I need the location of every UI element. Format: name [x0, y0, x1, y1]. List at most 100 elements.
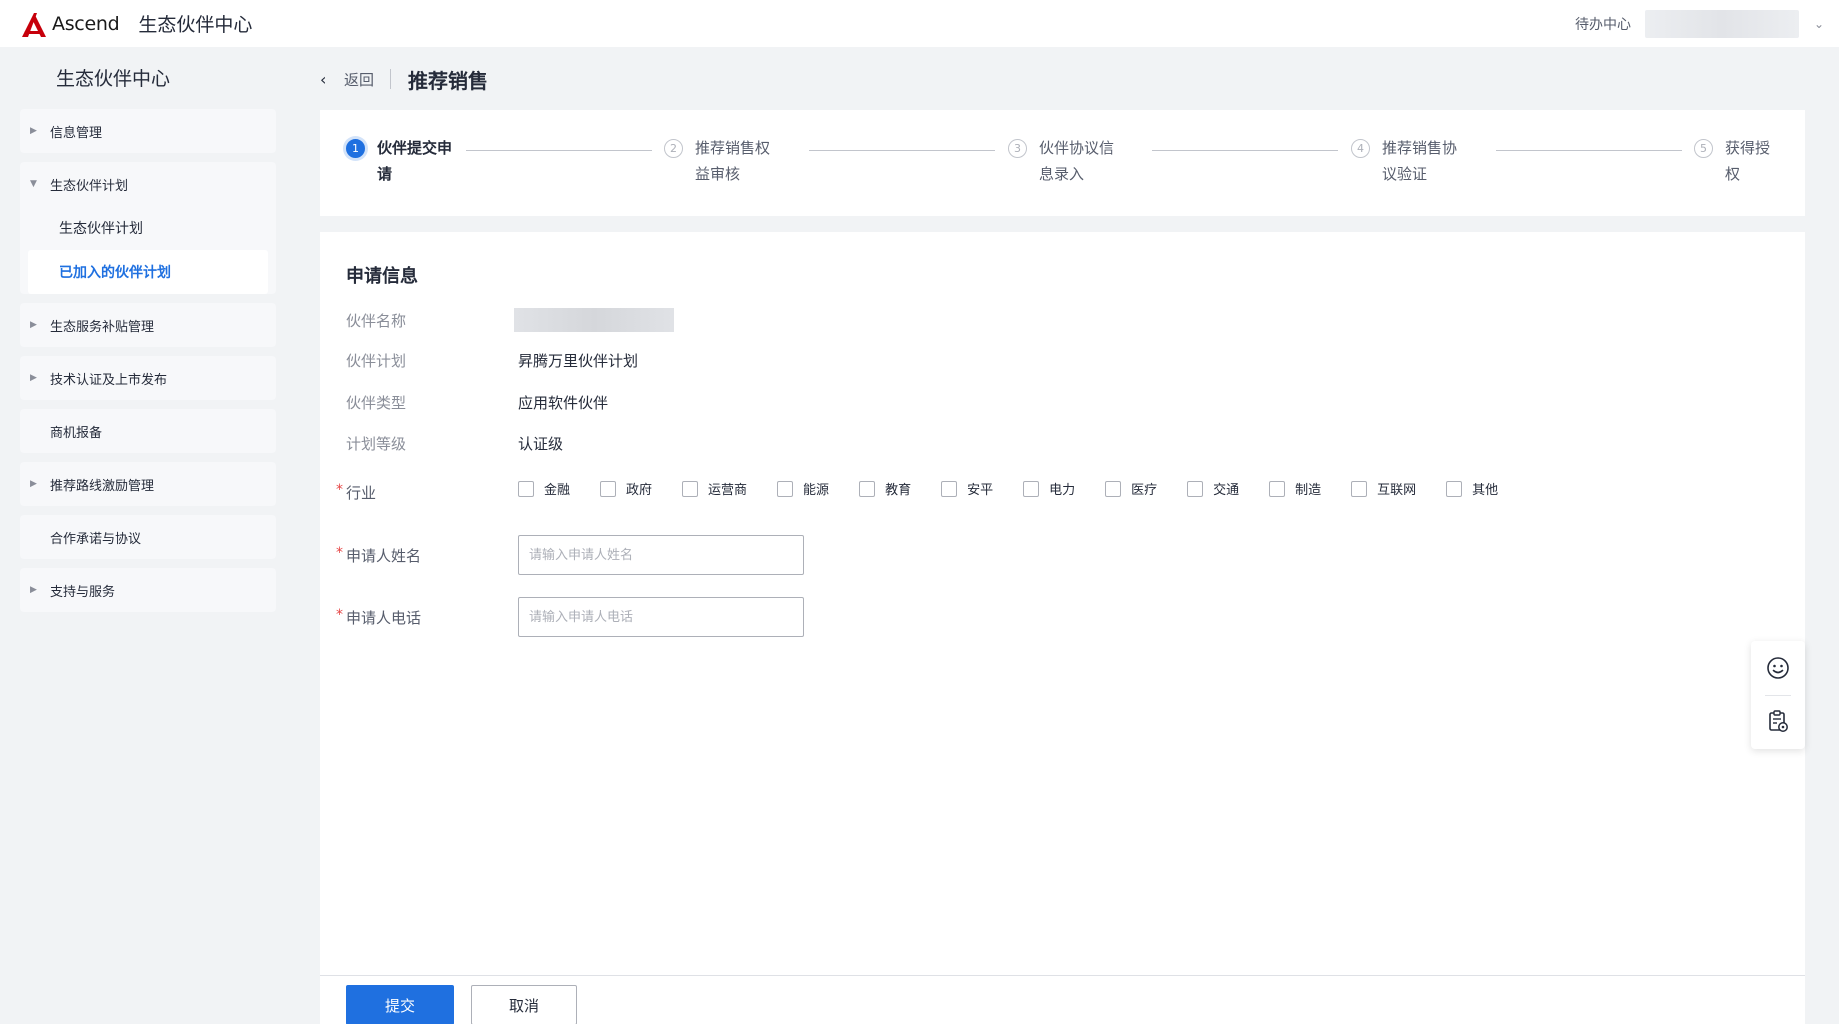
application-form: 申请信息 伙伴名称 伙伴计划 昇腾万里伙伴计划 伙伴类型 应用软件伙伴 计划等级… [320, 232, 1805, 975]
checkbox[interactable] [600, 480, 617, 497]
chevron-left-icon[interactable]: ‹ [320, 70, 336, 89]
industry-option[interactable]: 交通 [1187, 479, 1239, 498]
row-industry: * 行业 金融 政府 运营商 能源 教育 安平 电力 医疗 交通 制造 互联网 … [336, 479, 1528, 503]
industry-option[interactable]: 能源 [777, 479, 829, 498]
required-mark: * [336, 544, 343, 561]
required-mark: * [336, 482, 343, 498]
nav-group-subsidy: ▶ 生态服务补贴管理 [20, 303, 276, 347]
sidebar-title: 生态伙伴中心 [56, 68, 171, 90]
industry-option[interactable]: 政府 [600, 479, 652, 498]
industry-option[interactable]: 电力 [1023, 479, 1075, 498]
sidebar-item-incentive-management[interactable]: ▶ 推荐路线激励管理 [20, 462, 276, 506]
app-title[interactable]: 生态伙伴中心 [138, 10, 252, 37]
step-number: 3 [1008, 139, 1027, 158]
smile-icon[interactable] [1764, 654, 1792, 682]
top-bar: Ascend 生态伙伴中心 待办中心 ⌄ [0, 0, 1839, 47]
checkbox[interactable] [1269, 480, 1286, 497]
industry-option-label: 电力 [1049, 483, 1076, 498]
step-label: 获得授权 [1725, 139, 1771, 183]
nav-group-agreement: 合作承诺与协议 [20, 515, 276, 559]
step-connector [466, 150, 652, 151]
checkbox[interactable] [777, 480, 794, 497]
step-number: 4 [1351, 139, 1370, 158]
sidebar-subitem-partner-plan[interactable]: 生态伙伴计划 [20, 206, 276, 250]
checkbox[interactable] [1187, 480, 1204, 497]
progress-steps: 1 伙伴提交申请 2 推荐销售权益审核 3 伙伴协议信息录入 4 推荐销售协议验… [320, 110, 1805, 216]
industry-option[interactable]: 安平 [941, 479, 993, 498]
partner-plan-value: 昇腾万里伙伴计划 [518, 352, 639, 370]
step-connector [1496, 150, 1682, 151]
ascend-logo-icon [22, 12, 46, 37]
sidebar-item-opportunity-report[interactable]: 商机报备 [20, 409, 276, 453]
sidebar-item-certification[interactable]: ▶ 技术认证及上市发布 [20, 356, 276, 400]
industry-option-label: 金融 [544, 483, 571, 498]
divider [1765, 695, 1791, 696]
form-footer: 提交 取消 [320, 976, 1805, 1024]
industry-label: * 行业 [336, 482, 518, 503]
partner-plan-label: 伙伴计划 [346, 352, 407, 370]
caret-right-icon: ▶ [30, 320, 37, 330]
industry-option[interactable]: 医疗 [1105, 479, 1157, 498]
industry-option-label: 互联网 [1377, 483, 1417, 498]
checkbox[interactable] [1023, 480, 1040, 497]
floating-toolbar [1751, 641, 1805, 749]
step-connector [1152, 150, 1338, 151]
checkbox[interactable] [941, 480, 958, 497]
sidebar-item-commitment-agreement[interactable]: 合作承诺与协议 [20, 515, 276, 559]
clipboard-settings-icon[interactable] [1764, 707, 1792, 735]
checkbox[interactable] [1351, 480, 1368, 497]
applicant-phone-input[interactable] [518, 597, 804, 637]
nav-group-certification: ▶ 技术认证及上市发布 [20, 356, 276, 400]
industry-option[interactable]: 互联网 [1351, 479, 1416, 498]
user-account[interactable] [1645, 9, 1799, 38]
caret-right-icon: ▶ [30, 373, 37, 383]
industry-option-label: 交通 [1213, 483, 1240, 498]
chevron-down-icon[interactable]: ⌄ [1799, 17, 1839, 31]
checkbox[interactable] [682, 480, 699, 497]
row-applicant-phone: * 申请人电话 [336, 597, 804, 637]
industry-option-label: 能源 [803, 483, 830, 498]
applicant-name-input[interactable] [518, 535, 804, 575]
industry-option[interactable]: 制造 [1269, 479, 1321, 498]
nav-group-support: ▶ 支持与服务 [20, 568, 276, 612]
page-title: 推荐销售 [408, 68, 489, 93]
back-link[interactable]: 返回 [344, 69, 374, 90]
nav-group-info: ▶ 信息管理 [20, 109, 276, 153]
sidebar-item-support[interactable]: ▶ 支持与服务 [20, 568, 276, 612]
plan-level-value: 认证级 [518, 435, 564, 453]
applicant-phone-label: * 申请人电话 [336, 607, 518, 628]
checkbox[interactable] [518, 480, 534, 497]
partner-name-value [514, 308, 674, 332]
step-label: 推荐销售权益审核 [695, 139, 771, 183]
sidebar-item-subsidy-management[interactable]: ▶ 生态服务补贴管理 [20, 303, 276, 347]
sidebar-item-partner-plan[interactable]: ▼ 生态伙伴计划 [20, 162, 276, 206]
industry-option-label: 医疗 [1131, 483, 1158, 498]
required-mark: * [336, 606, 343, 623]
industry-option-label: 制造 [1295, 483, 1322, 498]
industry-option[interactable]: 其他 [1446, 479, 1498, 498]
sidebar-item-label: 支持与服务 [50, 584, 116, 600]
cancel-button[interactable]: 取消 [471, 985, 577, 1024]
checkbox[interactable] [1105, 480, 1122, 497]
logo-text: Ascend [52, 12, 120, 35]
sidebar-item-label: 生态服务补贴管理 [50, 319, 155, 335]
sidebar-item-label: 生态伙伴计划 [50, 178, 129, 194]
industry-option[interactable]: 金融 [518, 479, 570, 498]
partner-type-value: 应用软件伙伴 [518, 394, 609, 412]
industry-option[interactable]: 教育 [859, 479, 911, 498]
step-2: 2 推荐销售权益审核 [664, 138, 779, 187]
sidebar-item-label: 信息管理 [50, 125, 103, 141]
caret-right-icon: ▶ [30, 479, 37, 489]
industry-option[interactable]: 运营商 [682, 479, 747, 498]
sidebar-item-info-management[interactable]: ▶ 信息管理 [20, 109, 276, 153]
step-connector [809, 150, 995, 151]
submit-button[interactable]: 提交 [346, 985, 454, 1024]
checkbox[interactable] [859, 480, 876, 497]
nav-group-incentive: ▶ 推荐路线激励管理 [20, 462, 276, 506]
sidebar-subitem-joined-plans[interactable]: 已加入的伙伴计划 [28, 250, 268, 294]
todo-center-link[interactable]: 待办中心 [1575, 14, 1631, 34]
logo[interactable]: Ascend [20, 9, 120, 39]
caret-right-icon: ▶ [30, 585, 37, 595]
checkbox[interactable] [1446, 480, 1463, 497]
industry-option-label: 教育 [885, 483, 912, 498]
